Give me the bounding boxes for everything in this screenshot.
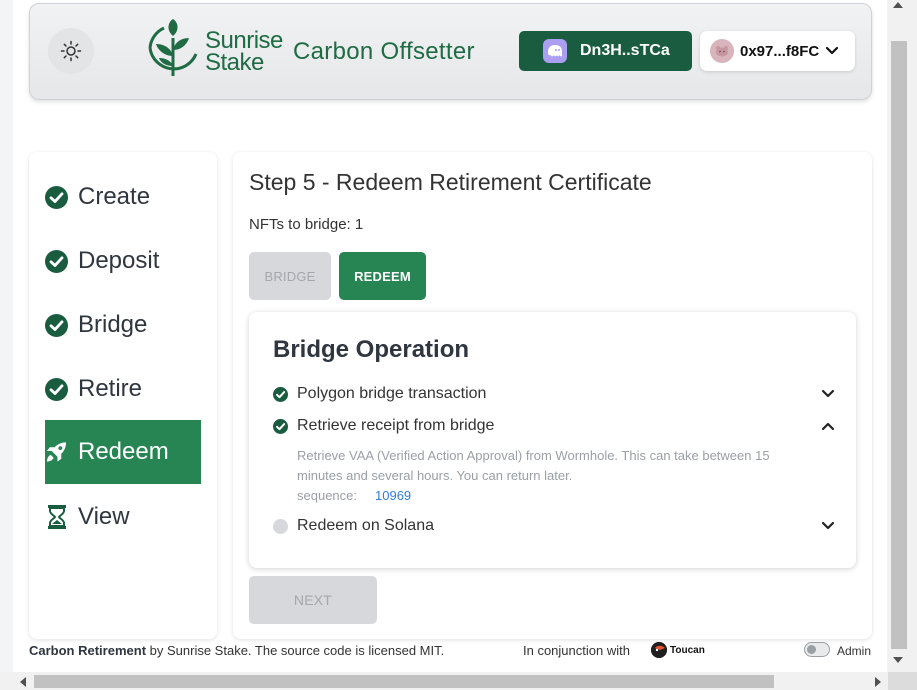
wallet-avatar (710, 39, 734, 63)
horizontal-scrollbar-thumb[interactable] (34, 675, 774, 688)
admin-label: Admin (837, 644, 872, 658)
operation-step-label: Retrieve receipt from bridge (297, 417, 495, 434)
operation-step-label: Redeem on Solana (297, 517, 434, 534)
scrollbar-corner (888, 672, 917, 690)
sidebar-item-label: View (78, 503, 130, 530)
scroll-right-arrow-icon[interactable] (875, 677, 881, 687)
sidebar-item-label: Create (78, 183, 151, 210)
step-panel: Step 5 - Redeem Retirement Certificate N… (233, 152, 872, 639)
chevron-down-icon (826, 46, 839, 55)
chevron-up-icon[interactable] (820, 418, 836, 434)
sequence-label: sequence: (297, 488, 357, 503)
chevron-down-icon[interactable] (820, 386, 836, 402)
scroll-up-arrow-icon[interactable] (893, 2, 903, 8)
check-circle-icon (45, 249, 68, 273)
check-circle-icon (273, 418, 288, 434)
sidebar-item-label: Retire (78, 375, 143, 402)
scroll-left-arrow-icon[interactable] (20, 677, 26, 687)
footer-brand: Carbon Retirement (29, 643, 147, 658)
sunrise-stake-logo[interactable] (142, 18, 204, 84)
sidebar-item-redeem[interactable]: Redeem (45, 420, 201, 484)
solana-wallet-button[interactable]: Dn3H..sTCa (519, 31, 692, 71)
ethereum-wallet-address: 0x97...f8FC (740, 42, 820, 60)
footer-conjunction: In conjunction with (523, 643, 630, 658)
solana-wallet-address: Dn3H..sTCa (580, 42, 670, 59)
sidebar-item-retire[interactable]: Retire (45, 357, 201, 421)
operation-step-redeem-solana[interactable]: Redeem on Solana (273, 514, 836, 538)
sidebar-item-create[interactable]: Create (45, 165, 201, 229)
admin-toggle[interactable] (804, 642, 830, 657)
toucan-bird-icon (651, 642, 667, 658)
sidebar-item-view[interactable]: View (45, 485, 201, 549)
check-circle-icon (273, 386, 288, 402)
steps-sidebar: Create Deposit Bridge Retire Redeem View (29, 152, 217, 639)
toucan-logo[interactable]: Toucan (651, 642, 705, 658)
sidebar-item-label: Redeem (78, 438, 169, 465)
theme-toggle-button[interactable] (48, 28, 94, 74)
operation-step-label: Polygon bridge transaction (297, 385, 487, 402)
toggle-knob (807, 645, 816, 654)
next-button[interactable]: NEXT (249, 576, 377, 624)
vertical-scrollbar-thumb[interactable] (891, 41, 907, 649)
toucan-label: Toucan (670, 644, 705, 656)
footer-license: Carbon Retirement by Sunrise Stake. The … (29, 643, 444, 658)
receipt-step-description: Retrieve VAA (Verified Action Approval) … (297, 448, 770, 483)
phantom-wallet-icon (543, 39, 567, 63)
hourglass-icon (45, 505, 68, 529)
sidebar-item-bridge[interactable]: Bridge (45, 293, 201, 357)
operation-step-receipt[interactable]: Retrieve receipt from bridge (273, 414, 836, 438)
operation-step-polygon[interactable]: Polygon bridge transaction (273, 382, 836, 406)
card-title: Bridge Operation (273, 336, 470, 363)
sidebar-item-deposit[interactable]: Deposit (45, 229, 201, 293)
chevron-down-icon[interactable] (820, 518, 836, 534)
scroll-down-arrow-icon[interactable] (893, 657, 903, 663)
pending-circle-icon (273, 518, 288, 534)
sequence-value[interactable]: 10969 (375, 488, 411, 503)
sidebar-item-label: Bridge (78, 311, 148, 338)
check-circle-icon (45, 313, 68, 337)
sprout-logo-icon (148, 19, 198, 76)
nft-count-text: NFTs to bridge: 1 (249, 216, 364, 233)
sun-icon (60, 40, 82, 62)
bridge-operation-card: Bridge Operation Polygon bridge transact… (249, 312, 856, 568)
footer-license-text: by Sunrise Stake. The source code is lic… (146, 643, 445, 658)
check-circle-icon (45, 185, 68, 209)
check-circle-icon (45, 377, 68, 401)
bridge-button[interactable]: BRIDGE (249, 252, 331, 300)
app-title: Carbon Offsetter (293, 38, 475, 65)
rocket-icon (45, 441, 68, 464)
page-title: Step 5 - Redeem Retirement Certificate (249, 169, 652, 195)
logo-line-2: Stake (205, 49, 264, 76)
redeem-button[interactable]: REDEEM (339, 252, 426, 300)
logo-wordmark: Sunrise Stake (205, 29, 283, 76)
sidebar-item-label: Deposit (78, 247, 160, 274)
ethereum-wallet-button[interactable]: 0x97...f8FC (700, 31, 855, 71)
